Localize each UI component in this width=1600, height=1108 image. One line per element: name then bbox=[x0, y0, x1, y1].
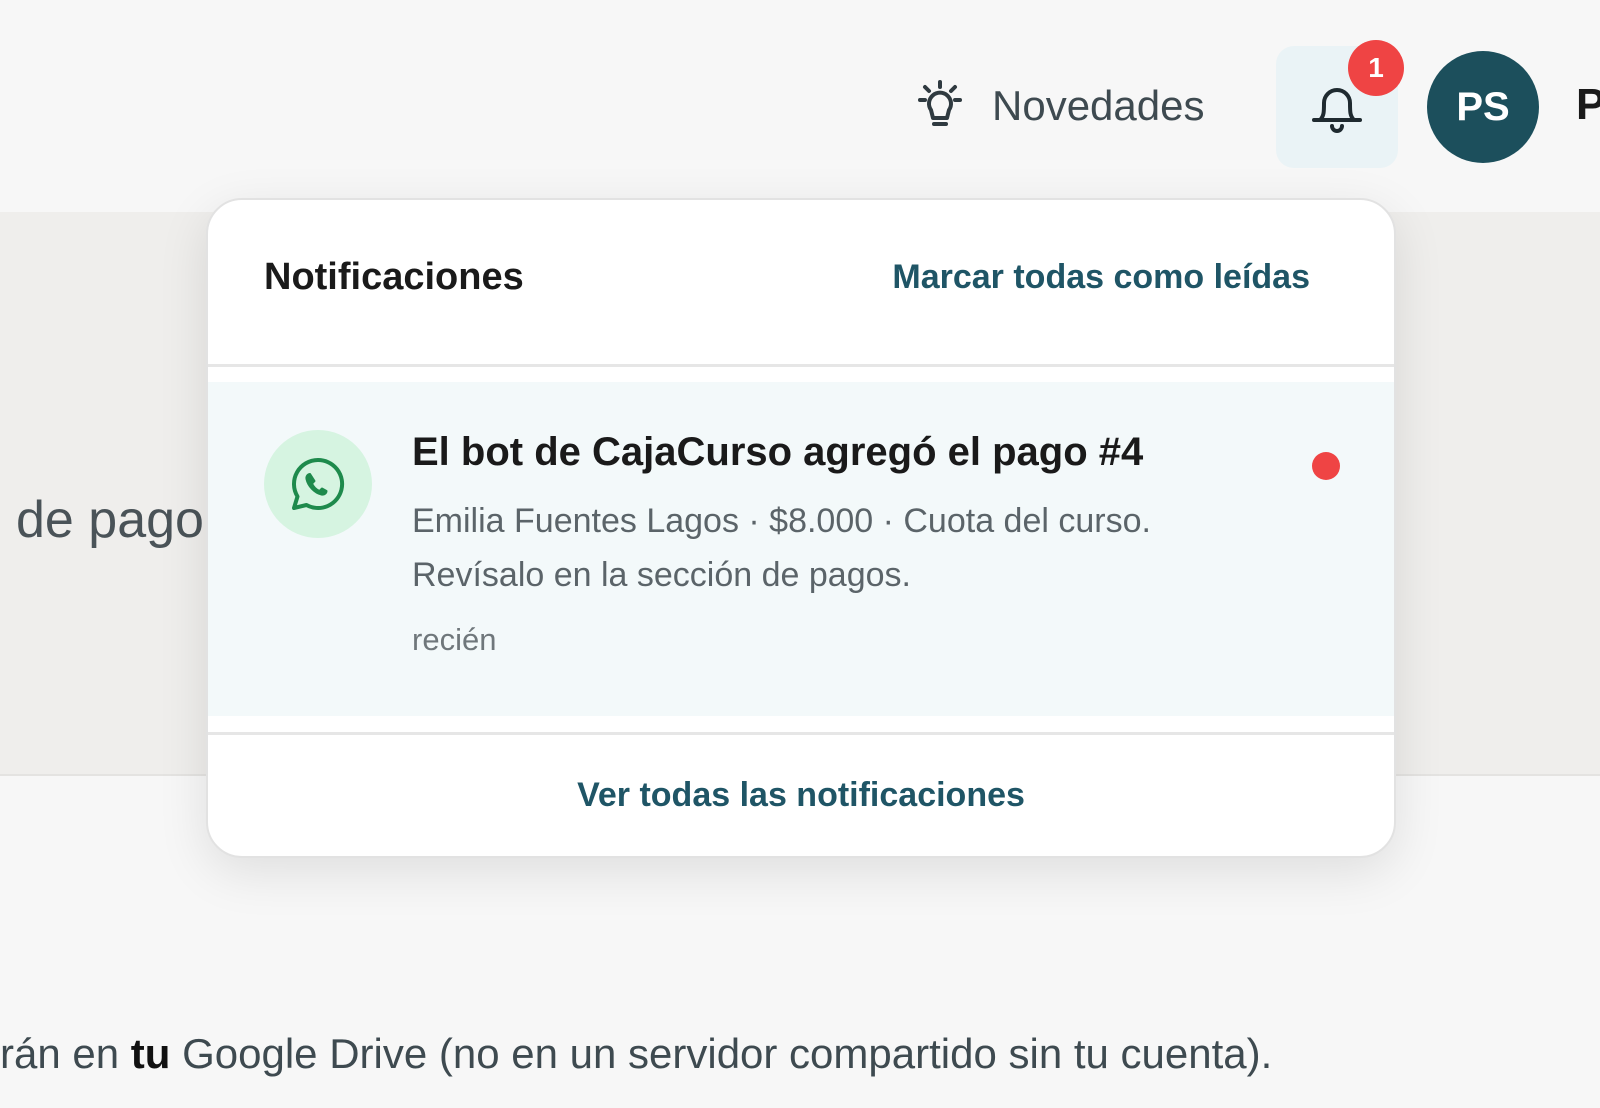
novedades-button[interactable]: Novedades bbox=[912, 76, 1204, 136]
novedades-label: Novedades bbox=[992, 82, 1205, 129]
drive-info-text-bold: tu bbox=[130, 1030, 171, 1077]
divider bbox=[208, 364, 1394, 367]
notification-time: recién bbox=[412, 622, 497, 657]
user-avatar[interactable]: PS bbox=[1427, 51, 1539, 163]
drive-info-text-start: rán en bbox=[0, 1030, 131, 1077]
drive-info-text-end: Google Drive (no en un servidor comparti… bbox=[170, 1030, 1273, 1077]
whatsapp-icon bbox=[264, 430, 372, 538]
lightbulb-icon bbox=[912, 78, 968, 134]
notifications-dropdown: Notificaciones Marcar todas como leídas … bbox=[206, 198, 1396, 858]
band-text-partial: de pago bbox=[16, 491, 204, 549]
notification-count-badge: 1 bbox=[1348, 40, 1404, 96]
unread-dot-icon bbox=[1312, 452, 1340, 480]
notification-body: Emilia Fuentes Lagos · $8.000 · Cuota de… bbox=[412, 502, 1151, 594]
view-all-notifications-link[interactable]: Ver todas las notificaciones bbox=[208, 735, 1394, 856]
top-bar: Novedades 1 PS P bbox=[0, 0, 1600, 212]
notifications-header: Notificaciones Marcar todas como leídas bbox=[208, 200, 1394, 364]
notification-item[interactable]: El bot de CajaCurso agregó el pago #4 Em… bbox=[208, 382, 1394, 716]
drive-info-text: rán en tu Google Drive (no en un servido… bbox=[0, 1030, 1272, 1078]
user-name-partial: P bbox=[1576, 80, 1600, 129]
mark-all-read-button[interactable]: Marcar todas como leídas bbox=[892, 258, 1310, 297]
notifications-title: Notificaciones bbox=[264, 256, 524, 298]
notification-title: El bot de CajaCurso agregó el pago #4 bbox=[412, 430, 1144, 474]
